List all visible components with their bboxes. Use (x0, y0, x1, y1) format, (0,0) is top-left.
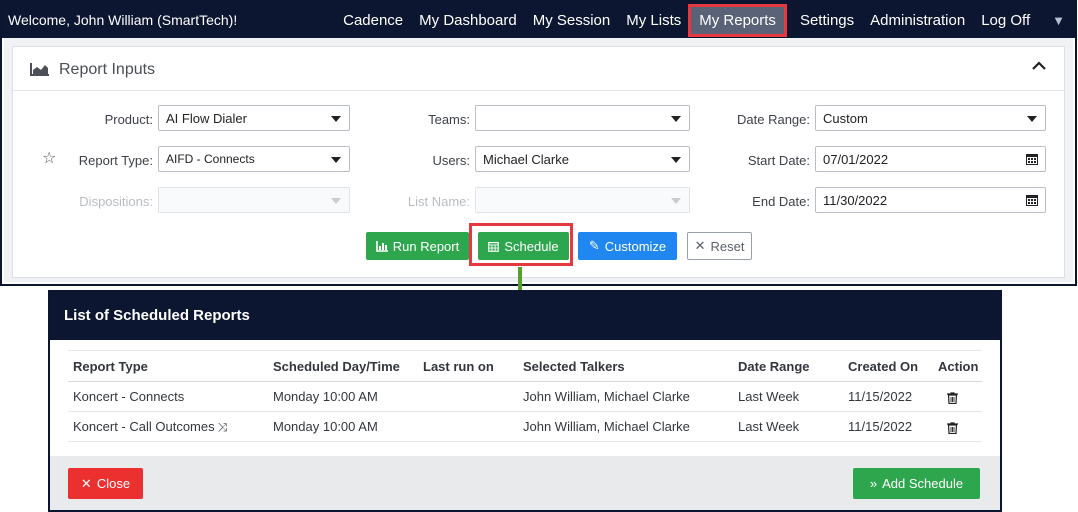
nav-administration[interactable]: Administration (870, 12, 965, 29)
chevron-down-icon (1027, 116, 1037, 122)
col-talkers: Selected Talkers (518, 350, 733, 382)
report-type-text: Koncert - Call Outcomes (73, 418, 215, 434)
bar-chart-icon (375, 240, 388, 252)
col-last-run: Last run on (418, 350, 518, 382)
cell-talkers: John William, Michael Clarke (518, 381, 733, 412)
end-date-input[interactable]: 11/30/2022 (815, 187, 1046, 213)
modal-footer: ✕ Close » Add Schedule (50, 456, 1000, 510)
dispositions-select (158, 187, 350, 213)
panel-title: Report Inputs (59, 61, 156, 78)
pencil-icon: ✎ (588, 238, 600, 253)
report-type-label: Report Type: (78, 153, 153, 168)
table-row: Koncert - Connects Monday 10:00 AM John … (68, 381, 982, 412)
list-name-label: List Name: (407, 194, 470, 209)
shuffle-icon: ⤨ (217, 419, 228, 434)
nav-my-dashboard[interactable]: My Dashboard (419, 12, 517, 29)
star-icon[interactable]: ☆ (42, 148, 56, 168)
product-value: AI Flow Dialer (166, 111, 247, 126)
main-nav: Cadence My Dashboard My Session My Lists… (327, 2, 1075, 38)
panel-header[interactable]: Report Inputs (13, 47, 1064, 91)
dispositions-label: Dispositions: (79, 194, 153, 209)
trash-icon[interactable] (947, 421, 958, 434)
cell-report-type: Koncert - Call Outcomes ⤨ (68, 411, 268, 442)
nav-my-session[interactable]: My Session (533, 12, 611, 29)
cell-created: 11/15/2022 (843, 411, 933, 442)
table-header-row: Report Type Scheduled Day/Time Last run … (68, 350, 982, 382)
cell-created: 11/15/2022 (843, 381, 933, 412)
cell-last-run (418, 381, 518, 412)
nav-dropdown-icon[interactable]: ▼ (1052, 13, 1065, 28)
col-report-type: Report Type (68, 350, 268, 382)
teams-select[interactable] (475, 105, 690, 131)
cell-report-type: Koncert - Connects (68, 381, 268, 412)
add-schedule-label: Add Schedule (882, 476, 964, 491)
chevron-down-icon (331, 116, 341, 122)
end-date-label: End Date: (752, 194, 810, 209)
reset-label: Reset (710, 238, 745, 254)
scheduled-reports-modal: List of Scheduled Reports Report Type Sc… (48, 290, 1002, 512)
trash-icon[interactable] (947, 391, 958, 404)
nav-log-off[interactable]: Log Off (981, 12, 1030, 29)
cell-scheduled: Monday 10:00 AM (268, 381, 418, 412)
chevron-down-icon (671, 157, 681, 163)
modal-title: List of Scheduled Reports (50, 292, 1000, 340)
start-date-value: 07/01/2022 (823, 152, 889, 167)
cell-action (933, 411, 982, 442)
teams-label: Teams: (428, 112, 470, 127)
top-navbar: Welcome, John William (SmartTech)! Caden… (2, 2, 1075, 38)
col-scheduled: Scheduled Day/Time (268, 350, 418, 382)
customize-label: Customize (604, 238, 667, 254)
start-date-label: Start Date: (747, 153, 810, 168)
users-value: Michael Clarke (483, 152, 569, 167)
area-chart-icon (30, 63, 49, 76)
welcome-text: Welcome, John William (SmartTech)! (8, 12, 238, 28)
product-select[interactable]: AI Flow Dialer (158, 105, 350, 131)
calendar-icon[interactable] (1025, 193, 1039, 207)
chevron-down-icon (671, 198, 681, 204)
customize-button[interactable]: ✎ Customize (578, 232, 677, 260)
cell-date-range: Last Week (733, 411, 843, 442)
users-label: Users: (432, 153, 470, 168)
start-date-input[interactable]: 07/01/2022 (815, 146, 1046, 172)
chevron-up-icon[interactable] (1032, 61, 1046, 71)
reset-button[interactable]: ✕ Reset (687, 232, 752, 260)
date-range-value: Custom (823, 111, 868, 126)
cell-date-range: Last Week (733, 381, 843, 412)
col-date-range: Date Range (733, 350, 843, 382)
nav-cadence[interactable]: Cadence (343, 12, 403, 29)
double-chevron-right-icon: » (869, 476, 878, 491)
run-report-label: Run Report (392, 238, 460, 254)
close-icon: ✕ (80, 475, 92, 491)
cell-last-run (418, 411, 518, 442)
close-label: Close (96, 476, 131, 491)
list-name-select (475, 187, 690, 213)
close-icon: ✕ (694, 238, 706, 253)
chevron-down-icon (331, 157, 341, 163)
cell-action (933, 381, 982, 412)
date-range-select[interactable]: Custom (815, 105, 1046, 131)
nav-settings[interactable]: Settings (800, 12, 854, 29)
cell-scheduled: Monday 10:00 AM (268, 411, 418, 442)
scheduled-reports-table: Report Type Scheduled Day/Time Last run … (68, 350, 982, 442)
schedule-highlight-frame (469, 223, 573, 266)
col-action: Action (933, 350, 982, 382)
add-schedule-button[interactable]: » Add Schedule (853, 468, 980, 499)
col-created: Created On (843, 350, 933, 382)
users-select[interactable]: Michael Clarke (475, 146, 690, 172)
chevron-down-icon (671, 116, 681, 122)
report-type-select[interactable]: AIFD - Connects (158, 146, 350, 172)
calendar-icon[interactable] (1025, 152, 1039, 166)
run-report-button[interactable]: Run Report (366, 232, 469, 260)
close-button[interactable]: ✕ Close (68, 468, 143, 499)
nav-my-lists[interactable]: My Lists (626, 12, 681, 29)
end-date-value: 11/30/2022 (823, 193, 888, 208)
cell-talkers: John William, Michael Clarke (518, 411, 733, 442)
report-type-value: AIFD - Connects (166, 152, 255, 166)
product-label: Product: (104, 112, 153, 127)
table-row: Koncert - Call Outcomes ⤨ Monday 10:00 AM… (68, 411, 982, 442)
nav-my-reports[interactable]: My Reports (688, 3, 787, 37)
date-range-label: Date Range: (737, 112, 810, 127)
chevron-down-icon (331, 198, 341, 204)
